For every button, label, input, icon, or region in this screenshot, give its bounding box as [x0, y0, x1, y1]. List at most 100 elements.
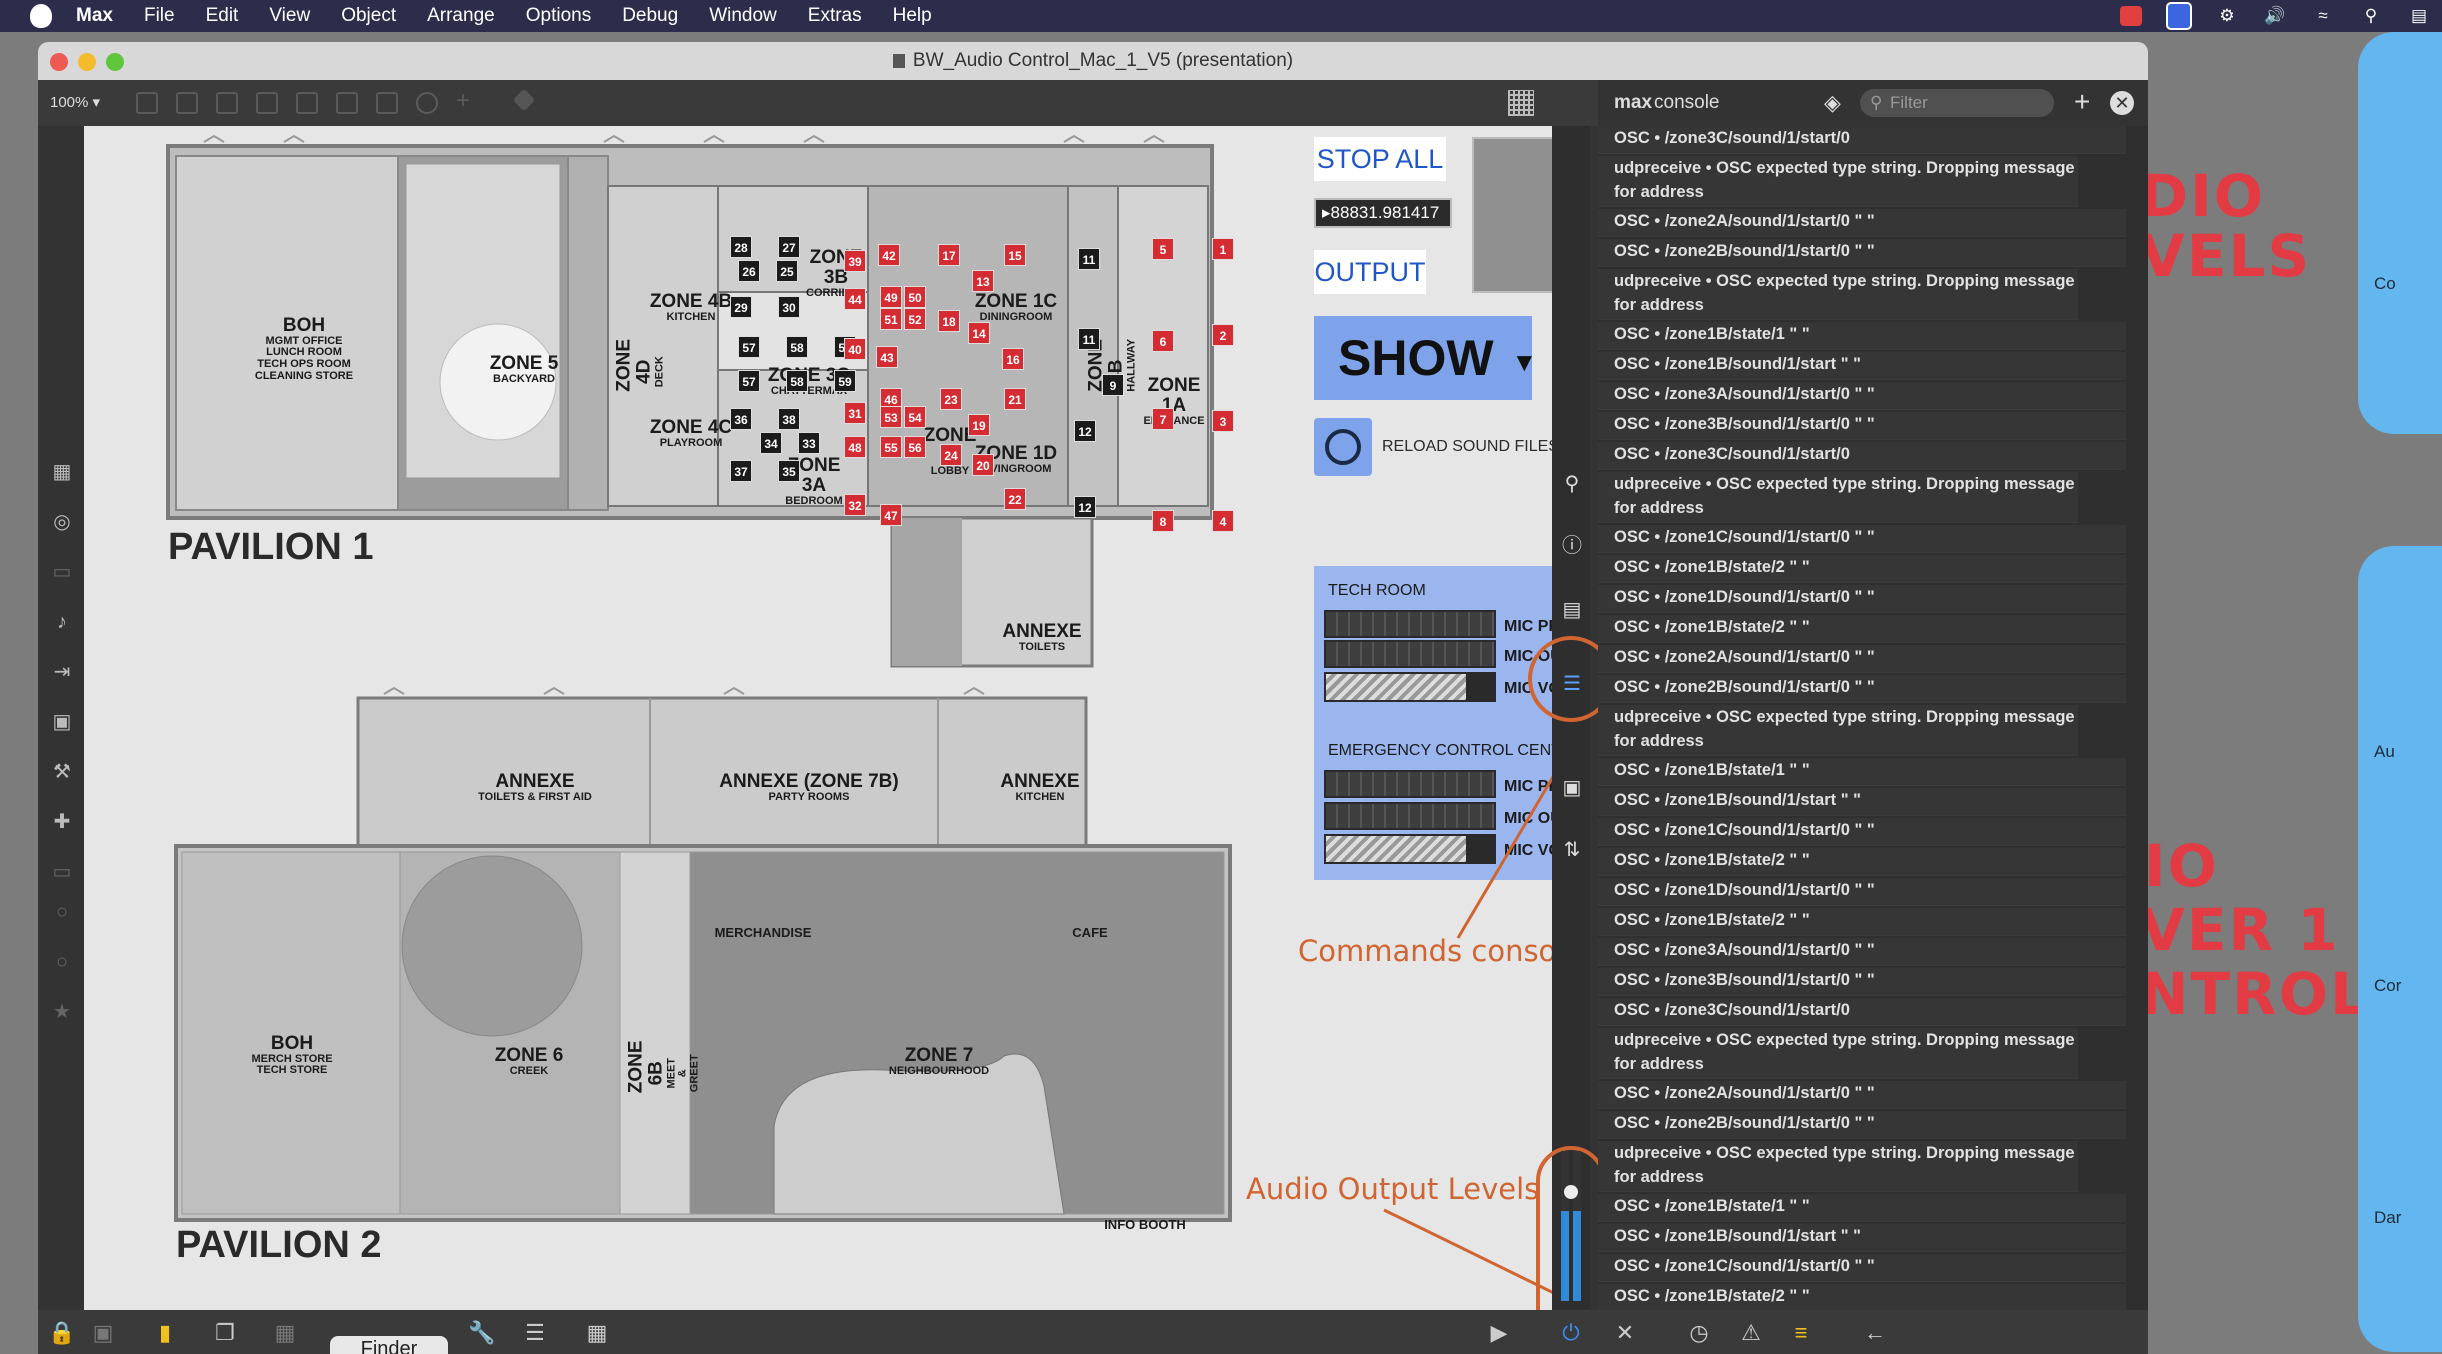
grid-icon[interactable] — [1508, 90, 1534, 116]
meter-knob[interactable] — [1564, 1185, 1578, 1199]
speaker-marker-black[interactable]: 27 — [778, 236, 800, 258]
show-dropdown[interactable]: SHOW ▼ — [1314, 316, 1537, 400]
console-row[interactable]: OSC • /zone1C/sound/1/start/0 " " — [1598, 818, 2126, 846]
book-icon[interactable]: ▤ — [1560, 598, 1584, 622]
console-row[interactable]: OSC • /zone3B/sound/1/start/0 " " — [1598, 968, 2126, 996]
speaker-marker-red[interactable]: 24 — [940, 444, 962, 466]
console-row[interactable]: OSC • /zone1D/sound/1/start/0 " " — [1598, 585, 2126, 613]
speaker-marker-red[interactable]: 5 — [1152, 238, 1174, 260]
search-icon[interactable]: ⚲ — [1560, 472, 1584, 496]
speaker-marker-red[interactable]: 53 — [880, 406, 902, 428]
cube-icon[interactable]: ▦ — [50, 460, 74, 484]
minimize-window-button[interactable] — [78, 53, 96, 71]
speaker-marker-black[interactable]: 57 — [738, 370, 760, 392]
audio-output-meter[interactable] — [1557, 1151, 1587, 1301]
speaker-marker-black[interactable]: 38 — [778, 408, 800, 430]
clock-icon[interactable]: ◷ — [1686, 1320, 1712, 1346]
speaker-marker-red[interactable]: 18 — [938, 310, 960, 332]
speaker-marker-black[interactable]: 33 — [798, 432, 820, 454]
windows-icon[interactable]: ❐ — [212, 1320, 238, 1346]
speaker-marker-red[interactable]: 56 — [904, 436, 926, 458]
speaker-marker-black[interactable]: 58 — [786, 336, 808, 358]
speaker-marker-red[interactable]: 23 — [940, 388, 962, 410]
console-row[interactable]: OSC • /zone1B/state/2 " " — [1598, 615, 2126, 643]
speaker-marker-red[interactable]: 31 — [844, 402, 866, 424]
console-message-list[interactable]: OSC • /zone3C/sound/1/start/0 udpreceive … — [1598, 126, 2128, 1322]
add-icon[interactable]: + — [2074, 86, 2090, 118]
stop-all-button[interactable]: STOP ALL — [1314, 137, 1446, 181]
console-row[interactable]: OSC • /zone1B/sound/1/start " " — [1598, 1224, 2126, 1252]
search-icon[interactable]: ⚲ — [2358, 6, 2384, 26]
console-row[interactable]: OSC • /zone1B/state/2 " " — [1598, 555, 2126, 583]
console-row[interactable]: OSC • /zone3C/sound/1/start/0 — [1598, 126, 2126, 154]
zoom-menu[interactable]: 100% ▾ — [50, 93, 100, 111]
speaker-marker-black[interactable]: 25 — [776, 260, 798, 282]
speaker-marker-red[interactable]: 50 — [904, 286, 926, 308]
speaker-marker-red[interactable]: 39 — [844, 250, 866, 272]
speaker-marker-black[interactable]: 12 — [1074, 420, 1096, 442]
speaker-marker-black[interactable]: 34 — [760, 432, 782, 454]
console-row[interactable]: udpreceive • OSC expected type string. D… — [1598, 472, 2078, 523]
console-row[interactable]: OSC • /zone2A/sound/1/start/0 " " — [1598, 1081, 2126, 1109]
console-row[interactable]: OSC • /zone1B/state/2 " " — [1598, 848, 2126, 876]
speaker-marker-red[interactable]: 52 — [904, 308, 926, 330]
diamond-icon[interactable]: ◈ — [1824, 90, 1841, 116]
console-row[interactable]: OSC • /zone1C/sound/1/start/0 " " — [1598, 1254, 2126, 1282]
speaker-marker-red[interactable]: 22 — [1004, 488, 1026, 510]
console-row[interactable]: udpreceive • OSC expected type string. D… — [1598, 156, 2078, 207]
toolbar-slider-icon[interactable] — [336, 92, 358, 114]
music-circle-icon[interactable]: ○ — [50, 950, 74, 974]
speaker-marker-red[interactable]: 7 — [1152, 408, 1174, 430]
image-icon[interactable]: ▣ — [50, 710, 74, 734]
speaker-marker-red[interactable]: 6 — [1152, 330, 1174, 352]
zoom-window-button[interactable] — [106, 53, 124, 71]
speaker-marker-red[interactable]: 1 — [1212, 238, 1234, 260]
speaker-marker-red[interactable]: 19 — [968, 414, 990, 436]
close-window-button[interactable] — [50, 53, 68, 71]
speaker-marker-red[interactable]: 20 — [972, 454, 994, 476]
console-row[interactable]: udpreceive • OSC expected type string. D… — [1598, 1141, 2078, 1192]
menu-edit[interactable]: Edit — [206, 5, 239, 27]
console-filter-input[interactable]: ⚲ Filter — [1860, 89, 2054, 117]
console-row[interactable]: OSC • /zone2A/sound/1/start/0 " " — [1598, 209, 2126, 237]
screen-share-icon[interactable] — [2166, 2, 2192, 30]
stack-icon[interactable]: ≡ — [1788, 1320, 1814, 1346]
console-row[interactable]: OSC • /zone2B/sound/1/start/0 " " — [1598, 675, 2126, 703]
speaker-marker-red[interactable]: 14 — [968, 322, 990, 344]
speaker-marker-red[interactable]: 32 — [844, 494, 866, 516]
power-icon[interactable]: ⏻ — [1558, 1320, 1584, 1346]
console-row[interactable]: udpreceive • OSC expected type string. D… — [1598, 269, 2078, 320]
menu-view[interactable]: View — [269, 5, 310, 27]
menu-debug[interactable]: Debug — [622, 5, 678, 27]
gear-status-icon[interactable]: ⚙ — [2214, 6, 2240, 26]
speaker-marker-red[interactable]: 48 — [844, 436, 866, 458]
clear-icon[interactable]: ✕ — [1612, 1320, 1638, 1346]
toolbar-button-icon[interactable] — [256, 92, 278, 114]
speaker-marker-red[interactable]: 42 — [878, 244, 900, 266]
console-row[interactable]: OSC • /zone1D/sound/1/start/0 " " — [1598, 878, 2126, 906]
target-icon[interactable]: ◎ — [50, 510, 74, 534]
speaker-marker-black[interactable]: 26 — [738, 260, 760, 282]
speaker-marker-red[interactable]: 49 — [880, 286, 902, 308]
speaker-marker-black[interactable]: 35 — [778, 460, 800, 482]
toolbar-dial-icon[interactable] — [416, 92, 438, 114]
speaker-marker-red[interactable]: 2 — [1212, 324, 1234, 346]
v-icon[interactable]: ○ — [50, 900, 74, 924]
speaker-marker-red[interactable]: 54 — [904, 406, 926, 428]
toolbar-message-icon[interactable] — [176, 92, 198, 114]
toolbar-toggle-icon[interactable] — [296, 92, 318, 114]
toolbar-object-icon[interactable] — [136, 92, 158, 114]
speaker-marker-black[interactable]: 28 — [730, 236, 752, 258]
console-row[interactable]: OSC • /zone1B/state/1 " " — [1598, 1194, 2126, 1222]
speaker-marker-red[interactable]: 43 — [876, 346, 898, 368]
reload-toggle[interactable] — [1314, 418, 1372, 476]
comment-icon[interactable]: ▮ — [152, 1320, 178, 1346]
speaker-marker-black[interactable]: 57 — [738, 336, 760, 358]
speaker-marker-red[interactable]: 15 — [1004, 244, 1026, 266]
console-row[interactable]: OSC • /zone1C/sound/1/start/0 " " — [1598, 525, 2126, 553]
console-row[interactable]: udpreceive • OSC expected type string. D… — [1598, 1028, 2078, 1079]
lock-icon[interactable]: 🔒 — [48, 1320, 75, 1346]
toolbar-add-icon[interactable]: + — [456, 89, 478, 114]
speaker-marker-black[interactable]: 29 — [730, 296, 752, 318]
speaker-marker-black[interactable]: 36 — [730, 408, 752, 430]
